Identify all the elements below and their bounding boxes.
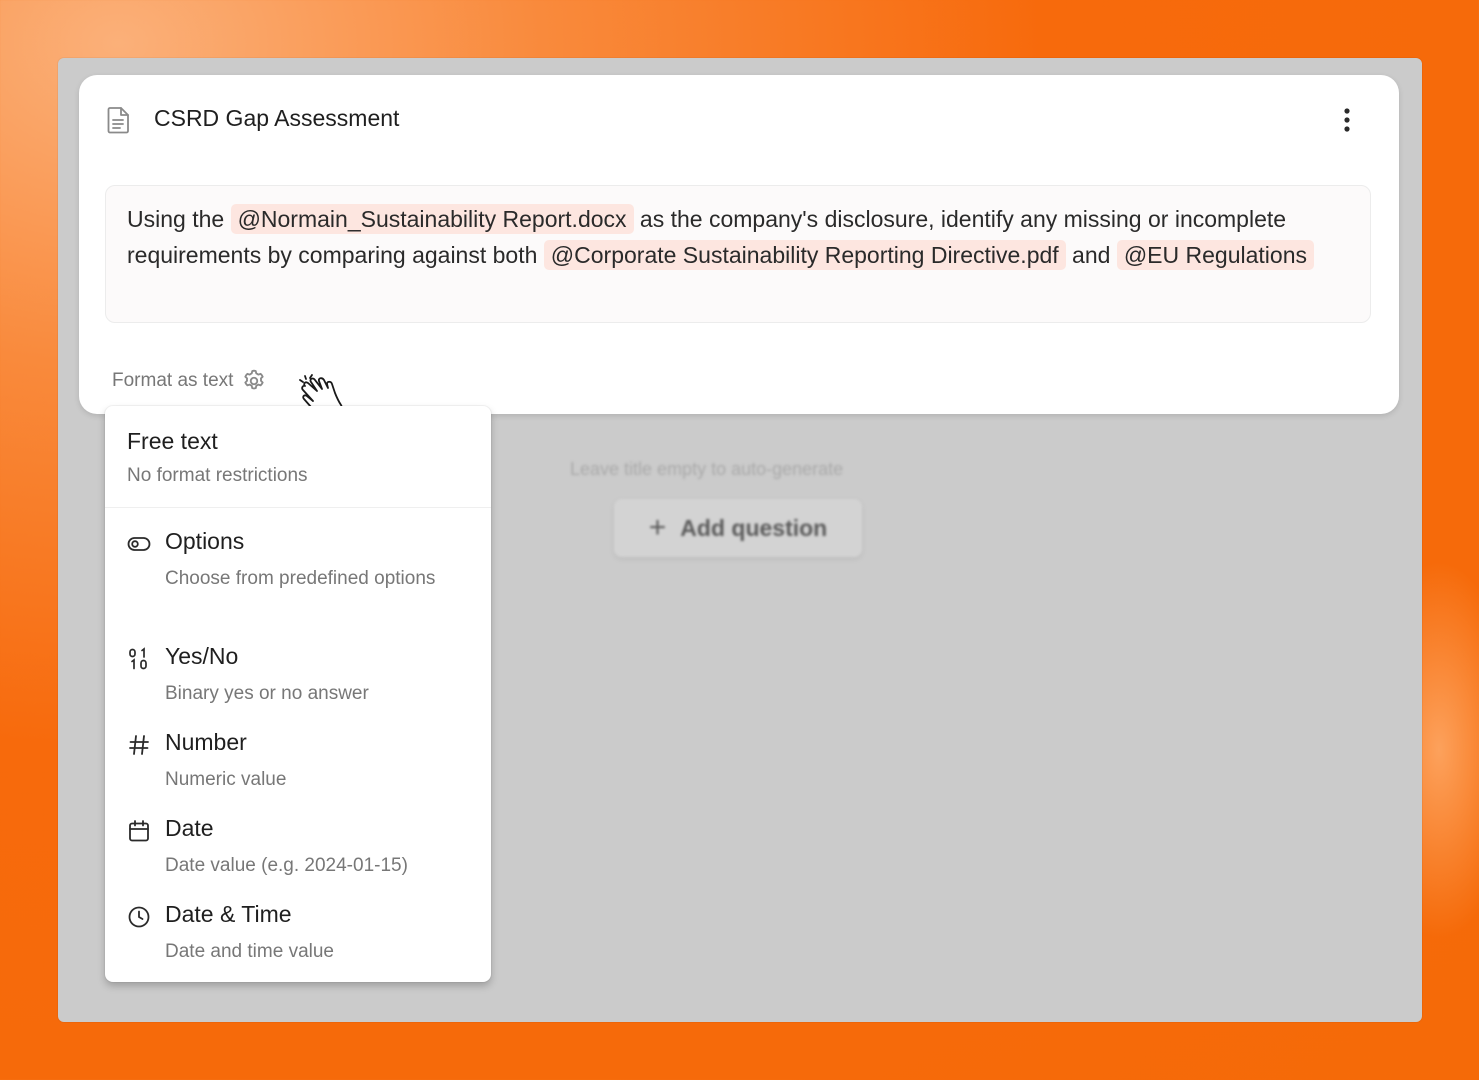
card-title: CSRD Gap Assessment: [154, 105, 400, 131]
mention-chip-directive[interactable]: @Corporate Sustainability Reporting Dire…: [543, 240, 1066, 270]
prompt-text-segment: and: [1065, 242, 1117, 268]
mention-chip-regulations[interactable]: @EU Regulations: [1116, 240, 1314, 270]
date-time-description: Date and time value: [165, 941, 334, 962]
clock-icon: [128, 906, 150, 928]
hash-icon: [129, 735, 149, 755]
question-card: CSRD Gap Assessment Using the @Normain_S…: [79, 75, 1399, 414]
number-title: Number: [165, 729, 247, 755]
prompt-text[interactable]: Using the @Normain_Sustainability Report…: [105, 185, 1371, 323]
yes-no-description: Binary yes or no answer: [165, 683, 369, 704]
options-icon: [127, 537, 151, 551]
gear-icon[interactable]: [241, 368, 267, 394]
add-question-button[interactable]: + Add question: [614, 499, 862, 557]
plus-icon: +: [648, 511, 667, 544]
menu-item-options[interactable]: Options Choose from predefined options: [105, 528, 491, 624]
prompt-text-segment: Using the: [127, 206, 231, 232]
menu-item-date-time[interactable]: Date & Time Date and time value: [105, 901, 491, 967]
document-icon: [107, 107, 129, 134]
menu-item-date[interactable]: Date Date value (e.g. 2024-01-15): [105, 815, 491, 881]
binary-icon: [129, 647, 147, 670]
free-text-description: No format restrictions: [127, 465, 308, 486]
menu-item-free-text[interactable]: Free text No format restrictions: [105, 406, 491, 508]
mention-chip-report[interactable]: @Normain_Sustainability Report.docx: [230, 204, 634, 234]
yes-no-title: Yes/No: [165, 643, 239, 669]
options-description: Choose from predefined options: [165, 568, 436, 589]
date-title: Date: [165, 815, 214, 841]
menu-item-number[interactable]: Number Numeric value: [105, 729, 491, 795]
format-label: Format as text: [112, 370, 234, 391]
free-text-title: Free text: [127, 428, 218, 454]
date-description: Date value (e.g. 2024-01-15): [165, 855, 408, 876]
options-title: Options: [165, 528, 245, 554]
calendar-icon: [129, 820, 149, 842]
format-selector[interactable]: Format as text: [112, 368, 267, 394]
more-options-icon[interactable]: [1335, 106, 1359, 134]
title-hint: Leave title empty to auto-generate: [570, 459, 844, 479]
date-time-title: Date & Time: [165, 901, 292, 927]
add-question-label: Add question: [680, 514, 828, 541]
number-description: Numeric value: [165, 769, 287, 790]
format-dropdown: Free text No format restrictions Options…: [105, 406, 491, 982]
menu-item-yes-no[interactable]: Yes/No Binary yes or no answer: [105, 643, 491, 709]
